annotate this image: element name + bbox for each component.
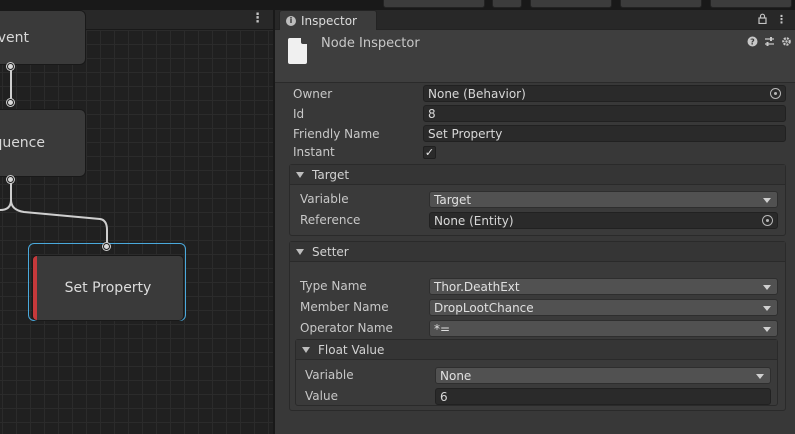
kebab-menu-icon[interactable]: ⋮ <box>776 13 787 27</box>
node-status-accent <box>33 256 37 320</box>
toolbar-button[interactable] <box>383 0 485 8</box>
connection-wire <box>0 180 12 211</box>
node-label: Set Property <box>64 280 152 296</box>
field-label: Variable <box>305 368 354 382</box>
field-label: Value <box>305 389 338 403</box>
behavior-graph-canvas[interactable]: ⋮ vent quence Set Property <box>0 10 273 434</box>
float-value-group-header[interactable]: Float Value <box>296 340 777 360</box>
float-value-field[interactable]: 6 <box>435 388 771 405</box>
page-title: Node Inspector <box>321 36 420 51</box>
target-group-header[interactable]: Target <box>290 165 785 185</box>
object-picker-icon[interactable] <box>762 215 773 226</box>
input-port[interactable] <box>7 99 14 106</box>
dropdown-value: Thor.DeathExt <box>434 279 520 294</box>
inspector-panel: i Inspector ⋮ Node Inspector ? Owner Non… <box>275 10 795 434</box>
field-label: Type Name <box>300 279 367 293</box>
chevron-down-icon <box>763 198 771 203</box>
settings-icon[interactable] <box>781 36 792 50</box>
output-port[interactable] <box>7 176 14 183</box>
field-label: Member Name <box>300 300 389 314</box>
chevron-down-icon <box>763 285 771 290</box>
inspector-header: Node Inspector ? <box>275 30 795 83</box>
event-node[interactable]: vent <box>0 10 86 65</box>
field-label: Variable <box>300 192 349 206</box>
setter-group: Setter Type Name Thor.DeathExt Member Na… <box>289 241 786 411</box>
sequence-node[interactable]: quence <box>0 109 86 177</box>
type-name-row: Type Name <box>300 277 430 295</box>
field-value: None (Entity) <box>434 213 514 228</box>
instant-checkbox[interactable]: ✓ <box>423 146 436 159</box>
help-icon[interactable]: ? <box>747 36 758 50</box>
member-name-dropdown[interactable]: DropLootChance <box>429 299 778 316</box>
top-toolbar-strip <box>0 0 795 10</box>
field-label: Owner <box>293 87 333 101</box>
operator-name-dropdown[interactable]: *= <box>429 320 778 337</box>
node-label: vent <box>0 29 29 46</box>
field-label: Friendly Name <box>293 127 380 141</box>
target-variable-row: Variable <box>300 190 430 208</box>
connection-wire <box>10 199 108 247</box>
tab-inspector[interactable]: i Inspector <box>279 10 377 30</box>
friendly-name-row: Friendly Name <box>293 125 423 143</box>
dropdown-value: DropLootChance <box>434 300 534 315</box>
float-value-group: Float Value Variable None Value 6 <box>295 339 778 406</box>
id-row: Id <box>293 105 423 123</box>
svg-text:?: ? <box>750 38 755 47</box>
dropdown-value: *= <box>434 321 451 336</box>
document-icon <box>288 38 307 64</box>
float-value-row: Value <box>305 387 435 405</box>
chevron-down-icon <box>756 374 764 379</box>
inspector-body: Owner None (Behavior) Id 8 Friendly Name… <box>275 84 795 434</box>
field-value: 8 <box>428 106 436 121</box>
foldout-arrow-icon[interactable] <box>296 171 304 178</box>
input-port[interactable] <box>103 243 110 250</box>
graph-connections <box>0 67 108 247</box>
field-value: None (Behavior) <box>428 86 526 101</box>
inspector-tab-bar: i Inspector ⋮ <box>275 10 795 30</box>
toolbar-button[interactable] <box>620 0 702 8</box>
float-variable-dropdown[interactable]: None <box>435 367 771 384</box>
field-label: Operator Name <box>300 321 393 335</box>
member-name-row: Member Name <box>300 298 430 316</box>
object-picker-icon[interactable] <box>770 88 781 99</box>
lock-icon[interactable] <box>758 13 767 27</box>
tab-label: Inspector <box>301 13 357 28</box>
chevron-down-icon <box>763 327 771 332</box>
target-variable-dropdown[interactable]: Target <box>429 191 778 208</box>
group-title: Target <box>312 167 350 182</box>
target-reference-row: Reference <box>300 211 430 229</box>
toolbar-button[interactable] <box>492 0 522 8</box>
instant-row: Instant <box>293 143 423 161</box>
foldout-arrow-icon[interactable] <box>302 346 310 353</box>
type-name-dropdown[interactable]: Thor.DeathExt <box>429 278 778 295</box>
operator-name-row: Operator Name <box>300 319 430 337</box>
field-label: Id <box>293 107 305 121</box>
chevron-down-icon <box>763 306 771 311</box>
id-field[interactable]: 8 <box>423 105 786 122</box>
dropdown-value: Target <box>434 192 472 207</box>
preset-icon[interactable] <box>764 36 775 50</box>
float-variable-row: Variable <box>305 366 435 384</box>
field-value: Set Property <box>428 126 503 141</box>
foldout-arrow-icon[interactable] <box>296 248 304 255</box>
dropdown-value: None <box>440 368 472 383</box>
field-label: Instant <box>293 145 335 159</box>
group-title: Float Value <box>318 342 385 357</box>
set-property-node[interactable]: Set Property <box>32 255 184 321</box>
node-label: quence <box>0 135 45 151</box>
group-title: Setter <box>312 244 349 259</box>
owner-field[interactable]: None (Behavior) <box>423 85 786 102</box>
info-icon: i <box>286 15 296 26</box>
owner-row: Owner <box>293 85 423 103</box>
field-value: 6 <box>440 389 448 404</box>
toolbar-button[interactable] <box>710 0 792 8</box>
setter-group-header[interactable]: Setter <box>290 242 785 262</box>
field-label: Reference <box>300 213 361 227</box>
target-reference-field[interactable]: None (Entity) <box>429 212 778 229</box>
output-port[interactable] <box>7 63 14 70</box>
target-group: Target Variable Target Reference None (E… <box>289 164 786 236</box>
friendly-name-field[interactable]: Set Property <box>423 125 786 142</box>
toolbar-button[interactable] <box>530 0 612 8</box>
